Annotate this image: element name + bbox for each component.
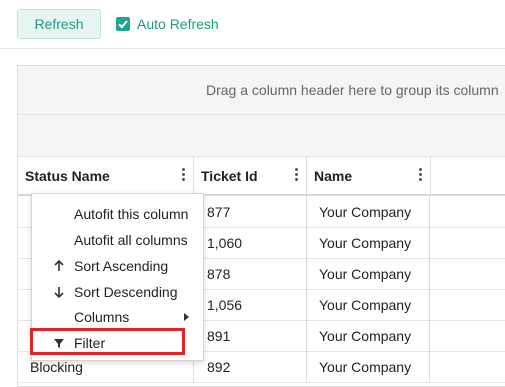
- cell-ticket-id: 892: [193, 351, 306, 382]
- group-panel-text: Drag a column header here to group its c…: [206, 82, 499, 98]
- menu-item-sort-descending[interactable]: Sort Descending: [32, 279, 203, 305]
- cell-ticket-id: 891: [193, 320, 306, 351]
- column-context-menu: Autofit this column Autofit all columns …: [31, 193, 204, 361]
- menu-item-autofit-this-column[interactable]: Autofit this column: [32, 201, 203, 227]
- menu-item-label: Filter: [74, 335, 106, 351]
- column-header-name[interactable]: Name: [307, 157, 431, 194]
- menu-item-autofit-all-columns[interactable]: Autofit all columns: [32, 227, 203, 253]
- menu-item-sort-ascending[interactable]: Sort Ascending: [32, 253, 203, 279]
- cell-ticket-id: 1,060: [193, 227, 306, 258]
- column-header-label: Ticket Id: [201, 167, 258, 184]
- filter-icon: [54, 339, 64, 348]
- column-header-status-name[interactable]: Status Name: [18, 157, 194, 194]
- arrow-up-icon: [54, 259, 64, 271]
- cell-name: Your Company: [306, 227, 430, 258]
- cell-name: Your Company: [306, 320, 430, 351]
- column-header-label: Status Name: [25, 167, 110, 184]
- menu-item-label: Columns: [74, 309, 130, 325]
- column-menu-icon[interactable]: [292, 168, 300, 182]
- menu-item-columns[interactable]: Columns: [32, 304, 203, 330]
- column-menu-icon[interactable]: [179, 168, 187, 182]
- menu-item-label: Autofit all columns: [74, 232, 188, 248]
- cell-name: Your Company: [306, 258, 430, 289]
- cell-name: Your Company: [306, 351, 430, 382]
- cell-ticket-id: 878: [193, 258, 306, 289]
- column-header-ticket-id[interactable]: Ticket Id: [194, 157, 307, 194]
- auto-refresh-checkbox[interactable]: [116, 17, 130, 31]
- check-icon: [118, 20, 128, 29]
- top-toolbar: Refresh Auto Refresh: [0, 0, 505, 49]
- column-header-label: Name: [314, 167, 353, 184]
- menu-item-label: Sort Ascending: [74, 258, 169, 274]
- cell-ticket-id: 1,056: [193, 289, 306, 320]
- refresh-button[interactable]: Refresh: [17, 9, 101, 39]
- header-row: Status Name Ticket Id Name: [18, 157, 505, 196]
- grid-toolbar-row: [18, 115, 505, 157]
- menu-item-label: Sort Descending: [74, 284, 178, 300]
- submenu-arrow-icon: [184, 313, 189, 321]
- group-panel[interactable]: Drag a column header here to group its c…: [18, 66, 505, 115]
- auto-refresh-label: Auto Refresh: [137, 16, 219, 32]
- menu-item-filter[interactable]: Filter: [32, 330, 203, 356]
- auto-refresh-toggle[interactable]: Auto Refresh: [116, 16, 219, 32]
- cell-ticket-id: 877: [193, 196, 306, 227]
- column-menu-icon[interactable]: [416, 168, 424, 182]
- arrow-down-icon: [54, 287, 64, 299]
- menu-item-label: Autofit this column: [74, 206, 189, 222]
- cell-name: Your Company: [306, 196, 430, 227]
- cell-name: Your Company: [306, 289, 430, 320]
